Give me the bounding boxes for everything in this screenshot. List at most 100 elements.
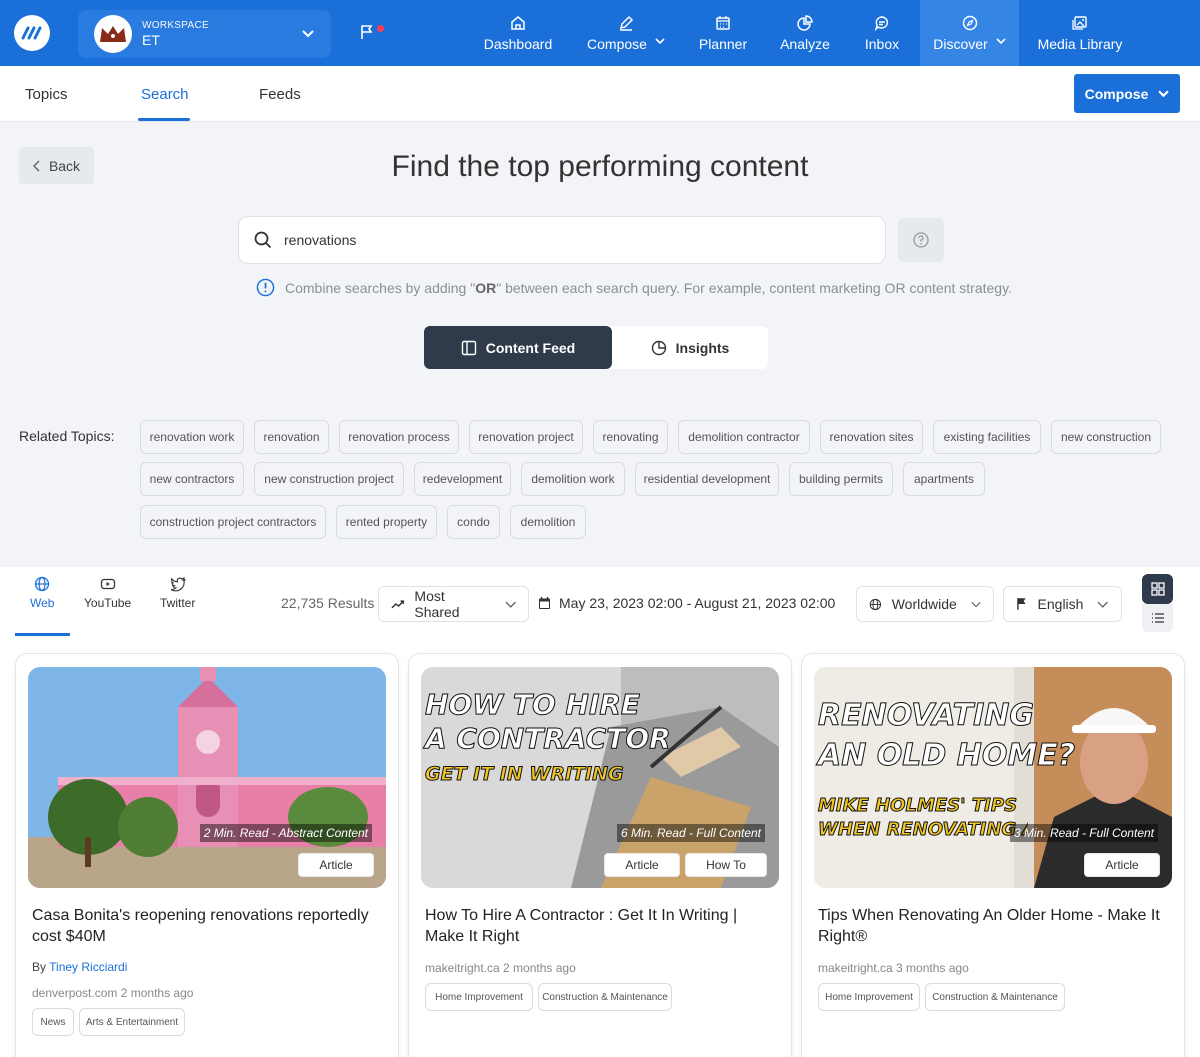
trending-icon (391, 600, 405, 609)
source-tab-youtube[interactable]: YouTube (84, 576, 131, 610)
nav-analyze[interactable]: Analyze (772, 0, 838, 66)
nav-inbox[interactable]: Inbox (856, 0, 908, 66)
grid-view-button[interactable] (1142, 574, 1173, 604)
read-time-label: 2 Min. Read - Abstract Content (199, 824, 372, 842)
workspace-switcher[interactable]: WORKSPACE ET (78, 10, 331, 58)
calendar-icon (716, 15, 730, 30)
insights-label: Insights (675, 339, 730, 356)
tab-feeds[interactable]: Feeds (259, 66, 301, 122)
category-tag[interactable]: Home Improvement (425, 983, 533, 1011)
content-card[interactable]: RENOVATING AN OLD HOME? MIKE HOLMES' TIP… (801, 653, 1185, 1057)
topic-chip[interactable]: redevelopment (414, 462, 511, 496)
author-link[interactable]: Tiney Ricciardi (49, 960, 127, 974)
chat-icon (874, 15, 889, 31)
topic-chip[interactable]: renovation sites (820, 420, 923, 454)
category-tag[interactable]: Arts & Entertainment (79, 1008, 185, 1036)
card-thumbnail[interactable]: 2 Min. Read - Abstract Content Article (28, 667, 386, 888)
topic-chip[interactable]: new contractors (140, 462, 244, 496)
tab-topics[interactable]: Topics (25, 66, 68, 122)
image-icon (1072, 15, 1087, 30)
card-author: By Tiney Ricciardi (32, 960, 127, 974)
topic-chip[interactable]: residential development (635, 462, 779, 496)
date-range-picker[interactable]: May 23, 2023 02:00 - August 21, 2023 02:… (538, 595, 835, 611)
topic-chip[interactable]: demolition (510, 505, 586, 539)
calendar-icon (539, 597, 550, 609)
compose-button[interactable]: Compose (1074, 74, 1180, 113)
card-thumbnail[interactable]: HOW TO HIRE A CONTRACTOR GET IT IN WRITI… (421, 667, 779, 888)
nav-dashboard-label: Dashboard (483, 35, 553, 52)
search-input[interactable] (284, 232, 844, 248)
search-tip: Combine searches by adding "OR" between … (256, 278, 1012, 297)
nav-discover[interactable]: Discover (920, 0, 1019, 66)
tip-keyword: OR (475, 279, 497, 296)
topic-chip[interactable]: rented property (336, 505, 437, 539)
nav-inbox-label: Inbox (864, 35, 900, 52)
how-to-badge: How To (685, 853, 767, 877)
read-time-label: 3 Min. Read - Full Content (1009, 824, 1158, 842)
card-title[interactable]: How To Hire A Contractor : Get It In Wri… (425, 905, 775, 947)
card-thumbnail[interactable]: RENOVATING AN OLD HOME? MIKE HOLMES' TIP… (814, 667, 1172, 888)
source-tab-twitter[interactable]: Twitter (160, 576, 195, 610)
card-title[interactable]: Tips When Renovating An Older Home - Mak… (818, 905, 1168, 947)
topic-chip[interactable]: demolition work (521, 462, 625, 496)
language-dropdown[interactable]: English (1003, 586, 1122, 622)
tip-prefix: Combine searches by adding " (285, 279, 476, 296)
topic-chip[interactable]: apartments (903, 462, 985, 496)
nav-media-library[interactable]: Media Library (1034, 0, 1126, 66)
app-logo[interactable] (14, 15, 50, 51)
active-source-indicator (15, 633, 70, 636)
category-tag[interactable]: News (32, 1008, 74, 1036)
topic-chip[interactable]: new construction project (254, 462, 404, 496)
topic-chip[interactable]: renovating (593, 420, 668, 454)
compass-icon (962, 15, 977, 30)
panel-icon (461, 340, 476, 355)
flag-icon[interactable] (360, 24, 374, 40)
region-dropdown[interactable]: Worldwide (856, 586, 994, 622)
nav-discover-label: Discover (933, 35, 988, 52)
content-card[interactable]: HOW TO HIRE A CONTRACTOR GET IT IN WRITI… (408, 653, 792, 1057)
content-card[interactable]: 2 Min. Read - Abstract Content Article C… (15, 653, 399, 1057)
topic-chip[interactable]: demolition contractor (678, 420, 810, 454)
article-badge: Article (1084, 853, 1160, 877)
search-box (238, 216, 886, 264)
nav-compose[interactable]: Compose (578, 0, 674, 66)
topic-chip[interactable]: renovation process (339, 420, 459, 454)
tab-search[interactable]: Search (141, 66, 189, 122)
list-icon (1151, 613, 1164, 623)
nav-planner[interactable]: Planner (693, 0, 753, 66)
chevron-down-icon (504, 601, 516, 608)
topic-chip[interactable]: renovation (254, 420, 329, 454)
source-tab-web[interactable]: Web (30, 576, 54, 610)
topic-chip[interactable]: existing facilities (933, 420, 1041, 454)
workspace-avatar (94, 15, 132, 53)
chevron-down-icon (655, 38, 665, 45)
workspace-label: WORKSPACE (142, 19, 209, 31)
youtube-icon (100, 578, 115, 590)
card-title[interactable]: Casa Bonita's reopening renovations repo… (32, 905, 382, 947)
twitter-icon (170, 576, 186, 592)
thumb-headline-1: HOW TO HIRE (424, 688, 641, 721)
help-button[interactable] (898, 218, 944, 262)
language-label: English (1037, 596, 1084, 612)
nav-dashboard[interactable]: Dashboard (478, 0, 558, 66)
category-tag[interactable]: Home Improvement (818, 983, 920, 1011)
topic-chip[interactable]: renovation project (469, 420, 583, 454)
topic-chip[interactable]: condo (447, 505, 500, 539)
category-tag[interactable]: Construction & Maintenance (538, 983, 672, 1011)
content-feed-label: Content Feed (485, 339, 576, 356)
sort-dropdown[interactable]: Most Shared (378, 586, 529, 622)
category-tag[interactable]: Construction & Maintenance (925, 983, 1065, 1011)
nav-analyze-label: Analyze (780, 35, 830, 52)
card-source: makeitright.ca 3 months ago (818, 961, 969, 975)
topic-chip[interactable]: new construction (1051, 420, 1161, 454)
insights-toggle[interactable]: Insights (612, 326, 768, 369)
list-view-button[interactable] (1142, 604, 1173, 632)
logo-icon (21, 26, 42, 40)
nav-planner-label: Planner (698, 35, 748, 52)
topic-chip[interactable]: building permits (789, 462, 893, 496)
thumb-headline-2: A CONTRACTOR (425, 722, 672, 755)
content-feed-toggle[interactable]: Content Feed (424, 326, 612, 369)
notification-dot (377, 25, 384, 32)
topic-chip[interactable]: renovation work (140, 420, 244, 454)
topic-chip[interactable]: construction project contractors (140, 505, 326, 539)
